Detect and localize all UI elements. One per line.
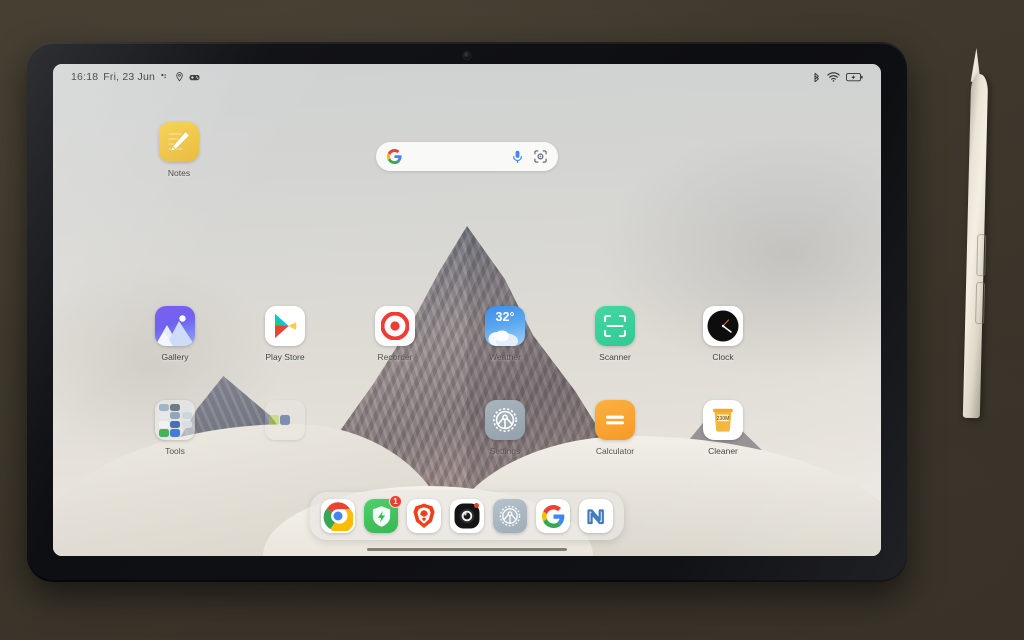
- app-label: Settings: [489, 446, 521, 456]
- app-label: Weather: [489, 352, 521, 362]
- game-turbo-icon: [189, 74, 200, 80]
- microphone-icon[interactable]: [512, 150, 523, 164]
- brave-icon[interactable]: [407, 499, 441, 533]
- cleaner-icon[interactable]: 230M: [703, 400, 743, 440]
- app-weather[interactable]: 32° Weather: [469, 306, 541, 362]
- folder-mini-icon: [292, 404, 302, 414]
- settings-icon[interactable]: [485, 400, 525, 440]
- folder-mini-icon: [182, 429, 192, 436]
- gallery-icon[interactable]: [155, 306, 195, 346]
- dock: 1: [310, 492, 624, 540]
- google-search-bar[interactable]: [376, 142, 558, 171]
- folder-mini-icon: [170, 403, 180, 411]
- folder-mini-icon: [170, 412, 180, 420]
- battery-icon: [846, 72, 863, 81]
- camera-status-dot: [474, 503, 479, 508]
- app-notes[interactable]: Notes: [143, 122, 215, 178]
- dock-item-brave[interactable]: [407, 499, 441, 533]
- app-label: Notes: [167, 168, 191, 178]
- gesture-navigation-bar[interactable]: [367, 548, 567, 551]
- notification-badge: 1: [389, 495, 402, 508]
- stylus-body: [962, 73, 989, 419]
- folder-mini-icon: [269, 404, 279, 414]
- app-scanner[interactable]: Scanner: [579, 306, 651, 362]
- folder-icon[interactable]: [155, 400, 195, 440]
- notes-icon[interactable]: [159, 122, 199, 162]
- desk-surface: 16:18 Fri, 23 Jun Notes Gallery Play Sto…: [0, 0, 1024, 640]
- app-label: Calculator: [595, 446, 635, 456]
- location-icon: [176, 72, 183, 82]
- dnd-icon: [161, 73, 166, 79]
- dock-item-settings[interactable]: [493, 499, 527, 533]
- status-bar-left: 16:18 Fri, 23 Jun: [71, 71, 200, 83]
- app-folder-secondary[interactable]: [249, 400, 321, 446]
- app-label: Tools: [165, 446, 185, 456]
- folder-mini-icon: [158, 429, 169, 437]
- dock-item-security[interactable]: 1: [364, 495, 402, 533]
- folder-mini-icon: [181, 420, 192, 428]
- app-folder-tools[interactable]: Tools: [139, 400, 211, 456]
- status-date: Fri, 23 Jun: [103, 71, 156, 83]
- app-label: Recorder: [377, 352, 413, 362]
- app-label: Cleaner: [708, 446, 738, 456]
- tablet-screen[interactable]: 16:18 Fri, 23 Jun Notes Gallery Play Sto…: [53, 64, 881, 556]
- app-settings[interactable]: Settings: [469, 400, 541, 456]
- folder-mini-icon: [292, 427, 302, 437]
- cleaner-storage-label: 230M: [716, 415, 730, 422]
- dock-item-google[interactable]: [536, 499, 570, 533]
- dock-item-camera[interactable]: [450, 499, 484, 533]
- search-input[interactable]: [402, 142, 512, 171]
- google-lens-icon[interactable]: [534, 150, 547, 163]
- dock-item-notion[interactable]: [579, 499, 613, 533]
- folder-mini-icon: [158, 403, 169, 411]
- stylus-button-bottom: [975, 282, 986, 325]
- bluetooth-icon: [814, 72, 819, 82]
- weather-icon[interactable]: 32°: [485, 306, 525, 346]
- app-label: Play Store: [265, 352, 305, 362]
- app-cleaner[interactable]: 230M Cleaner: [687, 400, 759, 456]
- status-bar[interactable]: 16:18 Fri, 23 Jun: [53, 64, 881, 90]
- stylus-pen: [962, 48, 989, 419]
- dock-item-chrome[interactable]: [321, 499, 355, 533]
- app-gallery[interactable]: Gallery: [139, 306, 211, 362]
- front-camera-icon: [463, 52, 471, 59]
- status-bar-right: [812, 72, 863, 83]
- notion-icon[interactable]: [579, 499, 613, 533]
- status-time: 16:18: [71, 71, 99, 83]
- clock-icon[interactable]: [703, 306, 743, 346]
- app-label: Gallery: [161, 352, 189, 362]
- settings-icon[interactable]: [493, 499, 527, 533]
- search-actions: [512, 150, 547, 164]
- screen-recorder-icon[interactable]: [375, 306, 415, 346]
- app-clock[interactable]: Clock: [687, 306, 759, 362]
- folder-mini-icon: [158, 420, 169, 428]
- folder-mini-icon: [181, 412, 192, 420]
- app-label: Scanner: [599, 352, 631, 362]
- chrome-icon[interactable]: [321, 499, 355, 533]
- folder-mini-icon: [170, 429, 180, 437]
- google-icon[interactable]: [536, 499, 570, 533]
- google-g-icon: [387, 149, 402, 164]
- app-play-store[interactable]: Play Store: [249, 306, 321, 362]
- wifi-icon: [827, 72, 840, 82]
- folder-mini-icon: [292, 415, 302, 425]
- folder-mini-icon: [280, 427, 290, 437]
- folder-mini-icon: [269, 427, 279, 437]
- app-label: Clock: [712, 352, 734, 362]
- calculator-icon[interactable]: [595, 400, 635, 440]
- folder-mini-icon: [158, 412, 169, 420]
- folder-icon[interactable]: [265, 400, 305, 440]
- folder-mini-icon: [280, 404, 290, 414]
- scanner-icon[interactable]: [595, 306, 635, 346]
- folder-mini-icon: [280, 415, 290, 425]
- folder-mini-icon: [181, 403, 192, 411]
- folder-mini-icon: [170, 420, 180, 428]
- app-calculator[interactable]: Calculator: [579, 400, 651, 456]
- tablet-device: 16:18 Fri, 23 Jun Notes Gallery Play Sto…: [27, 42, 907, 582]
- play-store-icon[interactable]: [265, 306, 305, 346]
- stylus-button-top: [976, 234, 987, 277]
- folder-mini-icon: [268, 415, 279, 425]
- app-screen-recorder[interactable]: Recorder: [359, 306, 431, 362]
